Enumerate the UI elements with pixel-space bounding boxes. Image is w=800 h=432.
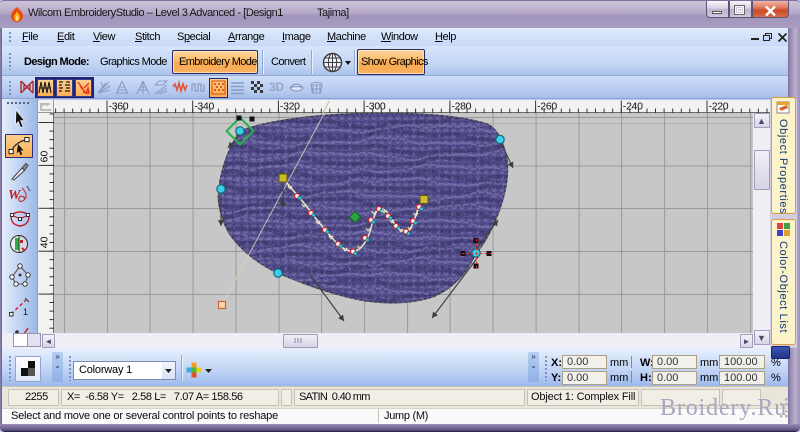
svg-text:60: 60 bbox=[39, 151, 51, 163]
svg-text:40: 40 bbox=[39, 236, 51, 248]
svg-text:-220: -220 bbox=[709, 101, 729, 113]
svg-text:-260: -260 bbox=[537, 101, 557, 113]
svg-text:-320: -320 bbox=[280, 101, 300, 113]
svg-text:1: 1 bbox=[23, 307, 28, 317]
svg-text:-240: -240 bbox=[623, 101, 643, 113]
svg-text:-360: -360 bbox=[109, 101, 129, 113]
svg-text:-300: -300 bbox=[366, 101, 386, 113]
svg-text:-280: -280 bbox=[451, 101, 471, 113]
svg-text:-340: -340 bbox=[194, 101, 214, 113]
